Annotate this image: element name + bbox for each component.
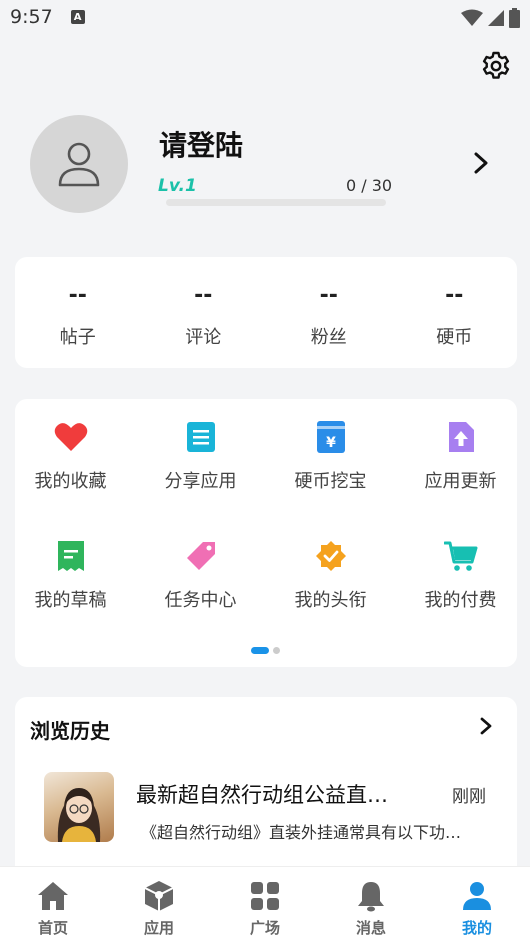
status-icons xyxy=(461,8,520,28)
draft-icon xyxy=(53,538,89,574)
tab-label: 广场 xyxy=(249,919,280,937)
grid-item-label: 我的付费 xyxy=(424,590,497,611)
stat-posts[interactable]: -- 帖子 xyxy=(15,257,141,368)
grid-item-favorites[interactable]: 我的收藏 xyxy=(8,419,133,493)
grid-item-drafts[interactable]: 我的草稿 xyxy=(8,538,133,612)
chevron-right-icon xyxy=(474,152,488,174)
history-thumbnail xyxy=(44,772,114,842)
history-item-title: 最新超自然行动组公益直… xyxy=(136,783,388,807)
level-label: Lv.1 xyxy=(158,176,197,196)
tab-square[interactable]: 广场 xyxy=(212,867,318,943)
stat-value: -- xyxy=(445,283,464,308)
bell-icon xyxy=(354,879,388,913)
page-dot-active xyxy=(251,647,269,654)
stat-comments[interactable]: -- 评论 xyxy=(141,257,267,368)
grid-item-task-center[interactable]: 任务中心 xyxy=(138,538,263,612)
tab-home[interactable]: 首页 xyxy=(0,867,106,943)
bottom-tab-bar: 首页 应用 广场 消息 我的 xyxy=(0,866,530,943)
avatar[interactable] xyxy=(30,115,128,213)
stat-coins[interactable]: -- 硬币 xyxy=(392,257,518,368)
signal-icon xyxy=(488,10,504,26)
tab-label: 我的 xyxy=(461,919,492,937)
page-dot xyxy=(273,647,280,654)
stats-card: -- 帖子 -- 评论 -- 粉丝 -- 硬币 xyxy=(15,257,517,368)
tab-mine[interactable]: 我的 xyxy=(424,867,530,943)
stat-label: 帖子 xyxy=(59,327,96,348)
grid-item-label: 我的头衔 xyxy=(294,590,367,611)
tab-apps[interactable]: 应用 xyxy=(106,867,212,943)
history-item-time: 刚刚 xyxy=(452,787,486,807)
tab-label: 应用 xyxy=(143,919,174,937)
stat-value: -- xyxy=(319,283,338,308)
history-more-button[interactable] xyxy=(478,716,494,736)
cart-icon xyxy=(443,538,479,574)
heart-icon xyxy=(53,419,89,455)
profile-arrow-button[interactable] xyxy=(470,151,492,175)
page-indicator xyxy=(251,647,280,654)
stat-label: 评论 xyxy=(185,327,222,348)
grid-item-my-payments[interactable]: 我的付费 xyxy=(398,538,523,612)
tab-label: 首页 xyxy=(37,919,68,937)
badge-icon xyxy=(313,538,349,574)
grid-item-label: 我的收藏 xyxy=(34,471,107,492)
stat-value: -- xyxy=(68,283,87,308)
svg-text:¥: ¥ xyxy=(326,435,336,451)
grid-item-coin-treasure[interactable]: ¥ 硬币挖宝 xyxy=(268,419,393,493)
document-icon xyxy=(183,419,219,455)
tab-label: 消息 xyxy=(355,919,386,937)
person-icon xyxy=(460,879,494,913)
tag-icon xyxy=(183,538,219,574)
stat-value: -- xyxy=(194,283,213,308)
stat-fans[interactable]: -- 粉丝 xyxy=(266,257,392,368)
status-time: 9:57 xyxy=(10,6,53,28)
grid-item-share-app[interactable]: 分享应用 xyxy=(138,419,263,493)
grid-item-app-update[interactable]: 应用更新 xyxy=(398,419,523,493)
notification-icon: A xyxy=(70,10,85,24)
user-silhouette-icon xyxy=(58,142,100,187)
home-icon xyxy=(36,879,70,913)
exp-progress-bar xyxy=(166,199,386,206)
grid-item-label: 应用更新 xyxy=(424,471,497,492)
grid-item-label: 我的草稿 xyxy=(34,590,107,611)
tab-messages[interactable]: 消息 xyxy=(318,867,424,943)
status-bar: 9:57 A xyxy=(0,0,530,34)
stat-label: 硬币 xyxy=(436,327,473,348)
history-item-desc: 《超自然行动组》直装外挂通常具有以下功… xyxy=(141,823,462,842)
battery-icon xyxy=(509,8,520,28)
chevron-right-icon xyxy=(480,717,492,735)
settings-button[interactable] xyxy=(480,50,512,82)
upload-icon xyxy=(443,419,479,455)
box-icon xyxy=(142,879,176,913)
treasure-icon: ¥ xyxy=(313,419,349,455)
grid-item-label: 分享应用 xyxy=(164,471,237,492)
stat-label: 粉丝 xyxy=(310,327,347,348)
grid-item-my-titles[interactable]: 我的头衔 xyxy=(268,538,393,612)
wifi-icon xyxy=(461,9,483,26)
gear-icon xyxy=(482,51,510,79)
login-title[interactable]: 请登陆 xyxy=(159,124,243,164)
grid-item-label: 任务中心 xyxy=(164,590,237,611)
grid-item-label: 硬币挖宝 xyxy=(294,471,367,492)
grid-icon xyxy=(248,879,282,913)
feature-grid-card: 我的收藏 分享应用 ¥ 硬币挖宝 应用更新 我的草稿 任务中心 我的头衔 我的付… xyxy=(15,399,517,667)
history-title: 浏览历史 xyxy=(30,719,110,743)
exp-text: 0 / 30 xyxy=(346,176,393,195)
